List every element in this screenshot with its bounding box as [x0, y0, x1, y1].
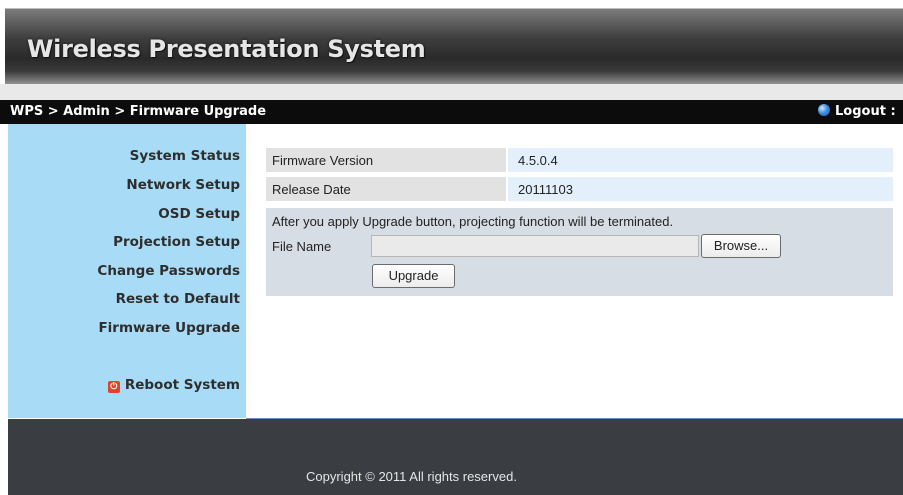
file-name-label: File Name: [272, 239, 332, 254]
browse-button[interactable]: Browse...: [701, 234, 781, 258]
header-banner: Wireless Presentation System: [5, 8, 903, 85]
reboot-label: Reboot System: [124, 377, 240, 393]
header-gap: [0, 84, 903, 100]
logout-icon: [818, 104, 830, 116]
breadcrumb: WPS > Admin > Firmware Upgrade: [10, 104, 267, 119]
firmware-version-value: 4.5.0.4: [518, 153, 558, 168]
sidebar-item-projection-setup[interactable]: Projection Setup: [113, 234, 240, 250]
release-date-value: 20111103: [518, 182, 573, 197]
logout-link[interactable]: Logout :: [818, 104, 896, 119]
power-icon: ⏻: [107, 381, 120, 393]
upgrade-button[interactable]: Upgrade: [372, 264, 455, 288]
sidebar-item-osd-setup[interactable]: OSD Setup: [158, 206, 240, 222]
sidebar-item-network-setup[interactable]: Network Setup: [126, 177, 240, 193]
sidebar-item-change-passwords[interactable]: Change Passwords: [97, 263, 240, 279]
firmware-version-label: Firmware Version: [272, 153, 374, 168]
file-name-input[interactable]: [371, 235, 699, 257]
logout-label: Logout :: [835, 104, 896, 119]
sidebar-item-firmware-upgrade[interactable]: Firmware Upgrade: [98, 320, 240, 336]
release-date-label: Release Date: [272, 182, 351, 197]
footer: Copyright © 2011 All rights reserved.: [8, 419, 903, 495]
sidebar-item-system-status[interactable]: System Status: [130, 148, 240, 164]
upgrade-panel: After you apply Upgrade button, projecti…: [266, 208, 893, 296]
breadcrumb-bar: WPS > Admin > Firmware Upgrade Logout :: [0, 100, 903, 124]
main-content: Firmware Version 4.5.0.4 Release Date 20…: [246, 124, 903, 418]
sidebar-item-reset-to-default[interactable]: Reset to Default: [116, 291, 240, 307]
upgrade-notice: After you apply Upgrade button, projecti…: [272, 214, 674, 229]
firmware-version-row: Firmware Version 4.5.0.4: [266, 148, 893, 172]
copyright-text: Copyright © 2011 All rights reserved.: [306, 469, 517, 484]
sidebar: System Status Network Setup OSD Setup Pr…: [8, 124, 246, 418]
reboot-system-link[interactable]: ⏻ Reboot System: [107, 377, 240, 393]
app-title: Wireless Presentation System: [27, 35, 426, 63]
release-date-row: Release Date 20111103: [266, 177, 893, 201]
